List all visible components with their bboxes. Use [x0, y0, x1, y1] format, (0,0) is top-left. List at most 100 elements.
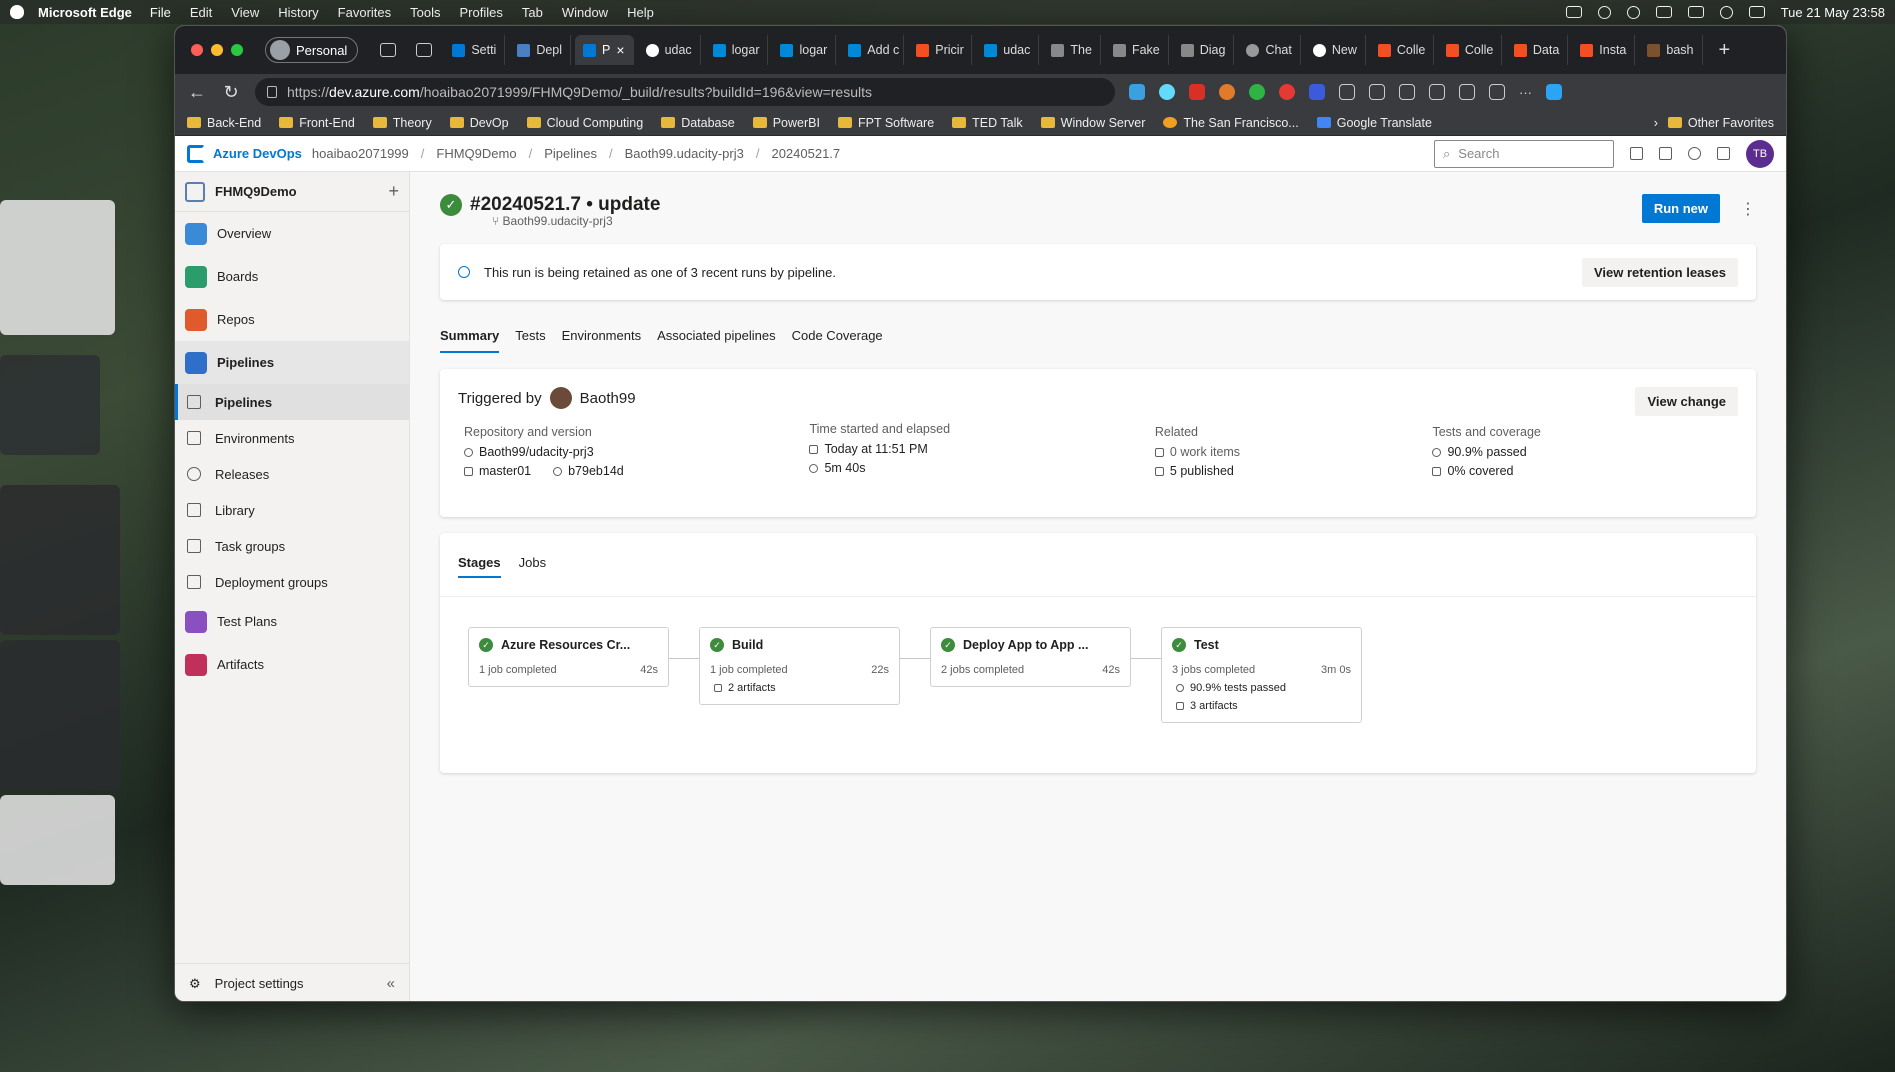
add-icon[interactable]: +: [388, 181, 399, 202]
bookmark-folder[interactable]: Theory: [372, 116, 432, 130]
stage-tests[interactable]: 90.9% tests passed: [1176, 682, 1351, 694]
browser-tab[interactable]: Fake: [1105, 35, 1169, 65]
browser-tab[interactable]: Diag: [1173, 35, 1235, 65]
browser-tab[interactable]: bash: [1639, 35, 1703, 65]
notion-icon[interactable]: [1565, 6, 1582, 18]
back-icon[interactable]: ←: [187, 82, 207, 103]
menu-favorites[interactable]: Favorites: [338, 5, 391, 20]
browser-tab[interactable]: Insta: [1572, 35, 1636, 65]
bookmark-folder[interactable]: Window Server: [1040, 116, 1145, 130]
url-field[interactable]: https://dev.azure.com/hoaibao2071999/FHM…: [255, 78, 1115, 106]
clock[interactable]: Tue 21 May 23:58: [1781, 5, 1885, 20]
copilot-icon[interactable]: [1546, 84, 1562, 100]
sidebar-subitem-deployment-groups[interactable]: Deployment groups: [175, 564, 409, 600]
bookmark-folder[interactable]: Cloud Computing: [526, 116, 643, 130]
tab-actions-icon[interactable]: [416, 43, 433, 57]
sidebar-item-artifacts[interactable]: Artifacts: [175, 643, 409, 686]
sidebar-subitem-environments[interactable]: Environments: [175, 420, 409, 456]
tab-code-coverage[interactable]: Code Coverage: [792, 328, 883, 353]
profile-button[interactable]: Personal: [265, 37, 359, 63]
close-window-button[interactable]: [191, 44, 203, 56]
browser-tab[interactable]: Add c: [840, 35, 905, 65]
more-actions-icon[interactable]: ⋮: [1740, 199, 1756, 219]
apps-icon[interactable]: [1489, 84, 1505, 100]
breadcrumb-project[interactable]: FHMQ9Demo: [436, 146, 516, 161]
azure-devops-logo-icon[interactable]: [187, 144, 205, 163]
sidebar-subitem-task-groups[interactable]: Task groups: [175, 528, 409, 564]
tab-environments[interactable]: Environments: [562, 328, 641, 353]
bookmark-folder[interactable]: Back-End: [187, 116, 261, 130]
menu-profiles[interactable]: Profiles: [460, 5, 503, 20]
browser-tab[interactable]: Setti: [444, 35, 506, 65]
menu-tab[interactable]: Tab: [522, 5, 543, 20]
pipeline-name[interactable]: ⑂ Baoth99.udacity-prj3: [492, 214, 660, 228]
bookmark-folder[interactable]: DevOp: [449, 116, 509, 130]
bookmark-folder[interactable]: Database: [661, 116, 735, 130]
ado-brand[interactable]: Azure DevOps: [213, 146, 302, 161]
other-favorites-folder[interactable]: Other Favorites: [1667, 116, 1774, 130]
view-retention-leases-button[interactable]: View retention leases: [1582, 257, 1738, 287]
bookmark-folder[interactable]: TED Talk: [952, 116, 1023, 130]
extension-icon[interactable]: [1189, 84, 1205, 100]
lock-icon[interactable]: [267, 86, 277, 98]
workspaces-icon[interactable]: [380, 43, 397, 57]
stage-card[interactable]: ✓ Azure Resources Cr... 1 job completed 42…: [468, 627, 669, 687]
work-items-icon[interactable]: [1630, 147, 1643, 160]
browser-tab[interactable]: logar: [772, 35, 837, 65]
menu-help[interactable]: Help: [627, 5, 654, 20]
browser-essentials-icon[interactable]: [1459, 84, 1475, 100]
react-devtools-icon[interactable]: [1159, 84, 1175, 100]
minimize-window-button[interactable]: [211, 44, 223, 56]
tab-associated-pipelines[interactable]: Associated pipelines: [657, 328, 776, 353]
browser-tab[interactable]: Colle: [1438, 35, 1502, 65]
tab-tests[interactable]: Tests: [515, 328, 545, 353]
search-input[interactable]: ⌕ Search: [1434, 139, 1614, 168]
browser-tab-active[interactable]: P ×: [575, 35, 634, 65]
sidebar-item-pipelines[interactable]: Pipelines: [175, 341, 409, 384]
sidebar-subitem-library[interactable]: Library: [175, 492, 409, 528]
desktop-window-thumbnail[interactable]: [0, 485, 120, 635]
collapse-sidebar-icon[interactable]: «: [387, 975, 395, 992]
browser-tab[interactable]: New: [1305, 35, 1366, 65]
bookmark-folder[interactable]: Front-End: [279, 116, 355, 130]
breadcrumb-pipelines[interactable]: Pipelines: [544, 146, 597, 161]
breadcrumb-pipeline[interactable]: Baoth99.udacity-prj3: [625, 146, 744, 161]
browser-tab[interactable]: Depl: [509, 35, 572, 65]
menu-tools[interactable]: Tools: [410, 5, 440, 20]
menu-window[interactable]: Window: [562, 5, 608, 20]
zoom-window-button[interactable]: [231, 44, 243, 56]
user-settings-icon[interactable]: [1717, 147, 1730, 160]
extension-icon[interactable]: [1309, 84, 1325, 100]
favorites-icon[interactable]: [1399, 84, 1415, 100]
close-tab-icon[interactable]: ×: [616, 42, 624, 58]
sidebar-subitem-releases[interactable]: Releases: [175, 456, 409, 492]
bookmark-folder[interactable]: PowerBI: [752, 116, 820, 130]
sidebar-subitem-pipelines[interactable]: Pipelines: [175, 384, 409, 420]
extension-icon[interactable]: [1129, 84, 1145, 100]
adblock-icon[interactable]: [1279, 84, 1295, 100]
bookmark-link[interactable]: Google Translate: [1316, 116, 1432, 130]
project-settings[interactable]: ⚙ Project settings «: [175, 963, 409, 1001]
app-name[interactable]: Microsoft Edge: [38, 5, 132, 20]
desktop-window-thumbnail[interactable]: [0, 355, 100, 455]
browser-tab[interactable]: Chat: [1238, 35, 1301, 65]
repo-link[interactable]: Baoth99/udacity-prj3: [464, 445, 803, 459]
input-source-icon[interactable]: [1655, 6, 1672, 18]
stage-artifacts[interactable]: 3 artifacts: [1176, 700, 1351, 712]
stage-artifacts[interactable]: 2 artifacts: [714, 682, 889, 694]
sidebar-item-overview[interactable]: Overview: [175, 212, 409, 255]
tab-jobs[interactable]: Jobs: [519, 555, 546, 596]
browser-tab[interactable]: udac: [638, 35, 701, 65]
work-items-link[interactable]: 0 work items: [1154, 445, 1427, 459]
stage-card[interactable]: ✓ Test 3 jobs completed 3m 0s 90.9% tests …: [1161, 627, 1362, 723]
tests-passed-link[interactable]: 90.9% passed: [1432, 445, 1738, 459]
control-center-icon[interactable]: [1748, 6, 1765, 18]
moon-icon[interactable]: [1626, 5, 1640, 19]
branch-name[interactable]: master01: [479, 464, 531, 478]
refresh-icon[interactable]: ↻: [221, 82, 241, 103]
more-options-icon[interactable]: ···: [1519, 85, 1532, 100]
triggered-by-user[interactable]: Baoth99: [580, 390, 636, 407]
extensions-icon[interactable]: [1339, 84, 1355, 100]
wifi-icon[interactable]: [1719, 5, 1733, 19]
browser-tab[interactable]: Data: [1506, 35, 1569, 65]
